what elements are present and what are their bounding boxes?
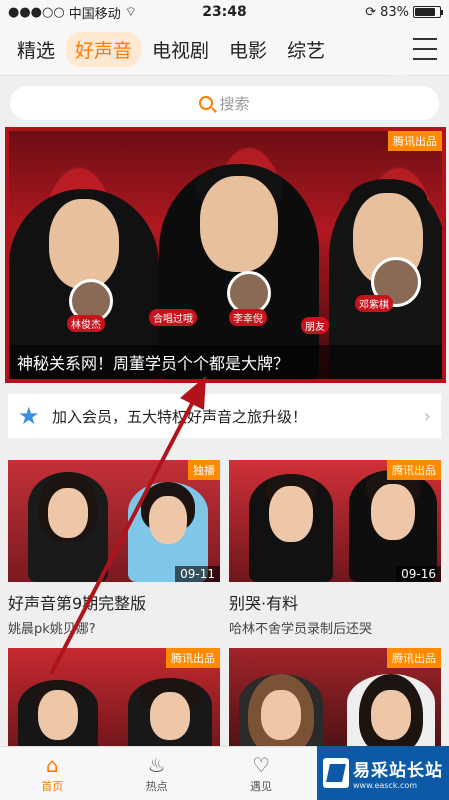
status-left: ●●●○○ 中国移动 ⌔ xyxy=(8,3,365,22)
tencent-badge: 腾讯出品 xyxy=(166,648,220,668)
nav-home[interactable]: ⌂ 首页 xyxy=(0,747,104,800)
video-title: 好声音第9期完整版 xyxy=(8,594,147,613)
nav-hot-label: 热点 xyxy=(145,779,168,793)
relation-label-2: 朋友 xyxy=(301,317,329,334)
status-right: ⟳ 83% xyxy=(365,4,443,20)
tencent-badge: 腾讯出品 xyxy=(387,460,441,480)
menu-icon[interactable] xyxy=(413,38,437,60)
category-tab-bar: 精选 好声音 电视剧 电影 综艺 xyxy=(0,24,449,76)
wifi-icon: ⌔ xyxy=(124,5,137,20)
search-icon xyxy=(199,96,214,110)
thumb-figure xyxy=(28,472,108,582)
heart-icon: ♡ xyxy=(252,752,271,777)
exclusive-badge: 独播 xyxy=(188,460,220,480)
video-title: 别哭·有料 xyxy=(229,594,299,613)
video-date: 09-11 xyxy=(175,566,220,582)
video-subtitle: 姚晨pk姚贝娜? xyxy=(8,622,96,637)
tab-tv-series[interactable]: 电视剧 xyxy=(143,32,218,67)
signal-icon: ●●●○○ xyxy=(8,4,65,20)
watermark-url: www.easck.com xyxy=(353,781,418,790)
flame-icon: ♨ xyxy=(147,752,166,777)
relation-label-1: 合唱过哦 xyxy=(149,309,197,326)
battery-icon xyxy=(413,6,443,18)
nav-meet[interactable]: ♡ 遇见 xyxy=(209,747,313,800)
watermark-title: 易采站长站 xyxy=(353,761,443,781)
search-container: 搜索 xyxy=(10,86,439,120)
star-icon: ★ xyxy=(18,402,40,430)
vip-promo-bar[interactable]: ★ 加入会员，五大特权好声音之旅升级！ › xyxy=(8,394,441,438)
student-label-1: 林俊杰 xyxy=(67,315,105,332)
home-icon: ⌂ xyxy=(45,752,59,777)
site-watermark: 易采站长站 www.easck.com xyxy=(317,746,449,800)
nav-home-label: 首页 xyxy=(41,779,64,793)
video-subtitle: 哈林不舍学员录制后还哭 xyxy=(229,622,373,637)
video-card[interactable]: 腾讯出品 09-16 别哭·有料 哈林不舍学员录制后还哭 xyxy=(229,460,441,637)
carrier-label: 中国移动 xyxy=(68,6,121,22)
student-label-3: 邓紫棋 xyxy=(355,295,393,312)
status-bar: ●●●○○ 中国移动 ⌔ 23:48 ⟳ 83% xyxy=(0,0,449,24)
video-thumbnail: 独播 09-11 xyxy=(8,460,220,582)
video-thumbnail: 腾讯出品 09-16 xyxy=(229,460,441,582)
search-input[interactable]: 搜索 xyxy=(10,86,439,120)
banner-caption: 神秘关系网！周董学员个个都是大牌？ xyxy=(9,345,442,379)
vip-text: 加入会员，五大特权好声音之旅升级！ xyxy=(52,407,308,426)
battery-percent: 83% xyxy=(380,4,409,20)
search-placeholder: 搜索 xyxy=(219,94,250,113)
featured-banner[interactable]: 林俊杰 李幸倪 邓紫棋 合唱过哦 朋友 腾讯出品 神秘关系网！周董学员个个都是大… xyxy=(5,127,446,383)
banner-badge: 腾讯出品 xyxy=(388,131,442,151)
thumb-figure xyxy=(249,474,333,582)
tab-overflow-fade xyxy=(383,24,407,76)
tab-variety[interactable]: 综艺 xyxy=(278,32,334,67)
rotation-lock-icon: ⟳ xyxy=(365,4,377,20)
tencent-badge: 腾讯出品 xyxy=(387,648,441,668)
tab-voice[interactable]: 好声音 xyxy=(66,32,142,67)
chevron-right-icon: › xyxy=(423,405,431,427)
tab-featured[interactable]: 精选 xyxy=(8,32,64,67)
nav-meet-label: 遇见 xyxy=(250,779,273,793)
watermark-logo-icon xyxy=(323,758,349,788)
nav-hot[interactable]: ♨ 热点 xyxy=(104,747,208,800)
student-label-2: 李幸倪 xyxy=(229,309,267,326)
tab-movies[interactable]: 电影 xyxy=(220,32,276,67)
video-date: 09-16 xyxy=(396,566,441,582)
video-card[interactable]: 独播 09-11 好声音第9期完整版 姚晨pk姚贝娜? xyxy=(8,460,220,637)
